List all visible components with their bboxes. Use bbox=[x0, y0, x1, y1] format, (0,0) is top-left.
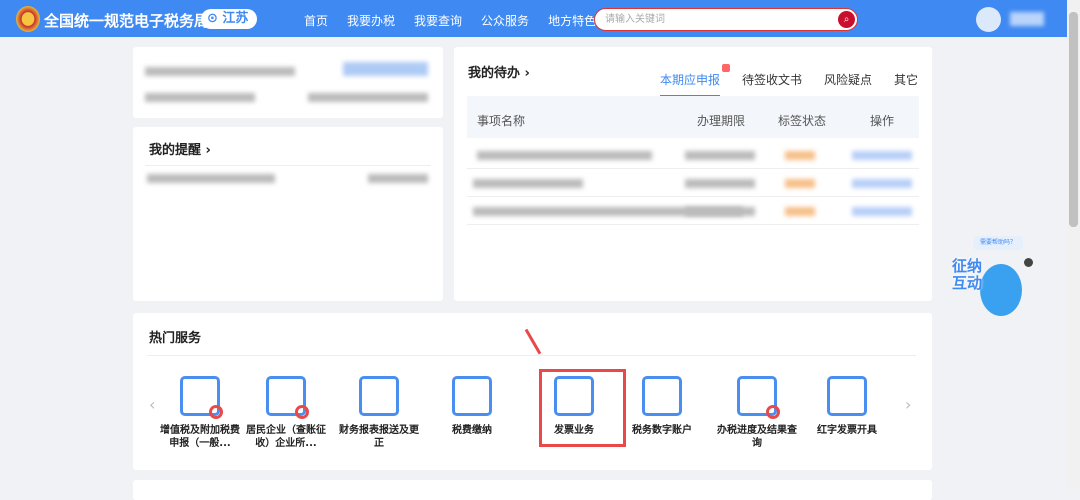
top-header: 全国统一规范电子税务局 ⊙ 江苏 首页 我要办税 我要查询 公众服务 地方特色 … bbox=[0, 0, 1067, 37]
user-name-blurred[interactable] bbox=[1010, 12, 1044, 26]
todo-tabs: 本期应申报 待签收文书 风险疑点 其它 bbox=[660, 71, 918, 97]
service-item[interactable]: 财务报表报送及更正 bbox=[339, 376, 419, 450]
service-label: 红字发票开具 bbox=[817, 425, 877, 436]
nav-tax[interactable]: 我要办税 bbox=[347, 12, 395, 29]
report-icon bbox=[359, 376, 399, 416]
new-badge bbox=[722, 64, 730, 72]
table-row bbox=[467, 169, 919, 197]
search-placeholder: 请输入关键词 bbox=[605, 14, 665, 25]
checklist-search-icon bbox=[737, 376, 780, 419]
region-label: 江苏 bbox=[222, 11, 249, 26]
pay-icon bbox=[452, 376, 492, 416]
service-item[interactable]: 税费缴纳 bbox=[432, 376, 512, 437]
col-status: 标签状态 bbox=[778, 114, 827, 128]
prev-arrow-icon[interactable]: ‹ bbox=[149, 395, 155, 414]
highlight-box bbox=[539, 369, 626, 447]
site-title: 全国统一规范电子税务局 bbox=[44, 12, 210, 30]
service-label: 办税进度及结果查询 bbox=[717, 425, 797, 449]
assistant-label[interactable]: 征纳互动 bbox=[952, 258, 992, 292]
region-selector[interactable]: ⊙ 江苏 bbox=[201, 9, 257, 29]
service-item[interactable]: 税务数字账户 bbox=[622, 376, 702, 437]
tab-current-declare[interactable]: 本期应申报 bbox=[660, 71, 721, 97]
calendar-search-icon bbox=[266, 376, 309, 419]
hot-title: 热门服务 bbox=[149, 331, 202, 346]
col-name: 事项名称 bbox=[477, 114, 526, 128]
service-item[interactable]: 红字发票开具 bbox=[807, 376, 887, 437]
scrollbar[interactable] bbox=[1067, 0, 1080, 489]
service-label: 居民企业（查账征收）企业所... bbox=[246, 425, 326, 449]
search-icon[interactable]: ⌕ bbox=[838, 11, 855, 28]
tab-other[interactable]: 其它 bbox=[894, 71, 918, 97]
nav-home[interactable]: 首页 bbox=[304, 12, 328, 29]
avatar[interactable] bbox=[976, 7, 1001, 32]
account-123-icon bbox=[642, 376, 682, 416]
service-item[interactable]: 增值税及附加税费申报（一般... bbox=[160, 376, 240, 450]
col-deadline: 办理期限 bbox=[697, 114, 746, 128]
scrollbar-thumb[interactable] bbox=[1069, 12, 1078, 227]
todo-title[interactable]: 我的待办 › bbox=[468, 62, 530, 81]
nav-local[interactable]: 地方特色 bbox=[548, 12, 596, 29]
printer-red-icon bbox=[827, 376, 867, 416]
emblem-logo bbox=[16, 6, 40, 32]
nav-query[interactable]: 我要查询 bbox=[414, 12, 462, 29]
company-info-card bbox=[133, 47, 443, 118]
service-label: 税务数字账户 bbox=[632, 425, 692, 436]
table-row bbox=[467, 197, 919, 225]
todo-card: 我的待办 › 本期应申报 待签收文书 风险疑点 其它 事项名称 办理期限 标签状… bbox=[454, 47, 932, 301]
service-item[interactable]: 办税进度及结果查询 bbox=[717, 376, 797, 450]
search-input[interactable]: 请输入关键词 ⌕ bbox=[594, 8, 858, 31]
reminder-title[interactable]: 我的提醒 › bbox=[149, 139, 211, 158]
close-icon[interactable] bbox=[1024, 258, 1033, 267]
declare-icon bbox=[180, 376, 223, 419]
service-item[interactable]: 居民企业（查账征收）企业所... bbox=[246, 376, 326, 450]
service-label: 增值税及附加税费申报（一般... bbox=[160, 425, 240, 449]
tab-documents[interactable]: 待签收文书 bbox=[742, 71, 802, 97]
col-action: 操作 bbox=[870, 114, 895, 128]
tab-risk[interactable]: 风险疑点 bbox=[824, 71, 872, 97]
table-header: 事项名称 办理期限 标签状态 操作 bbox=[467, 96, 919, 138]
service-label: 税费缴纳 bbox=[452, 425, 492, 436]
reminder-card: 我的提醒 › bbox=[133, 127, 443, 301]
main-nav: 首页 我要办税 我要查询 公众服务 地方特色 bbox=[304, 12, 596, 29]
nav-public[interactable]: 公众服务 bbox=[481, 12, 529, 29]
help-bubble[interactable]: 需要帮助吗？ bbox=[973, 236, 1023, 250]
next-arrow-icon[interactable]: › bbox=[905, 395, 911, 414]
table-row bbox=[467, 141, 919, 169]
service-label: 财务报表报送及更正 bbox=[339, 425, 419, 449]
next-card bbox=[133, 480, 932, 500]
